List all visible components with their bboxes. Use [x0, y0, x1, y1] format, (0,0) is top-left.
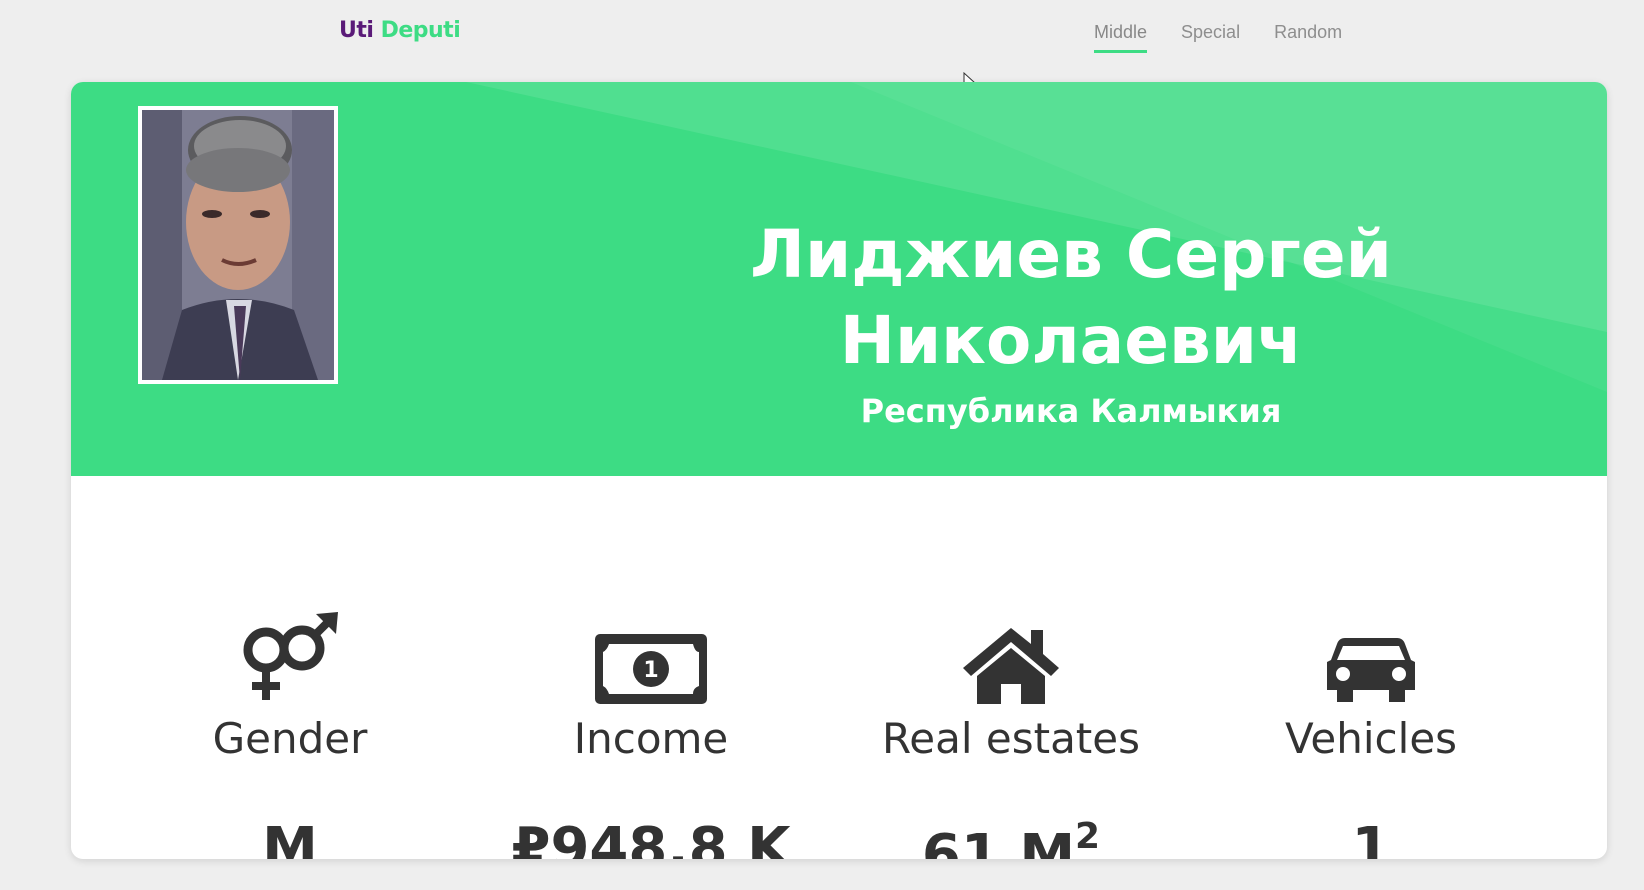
brand-logo-part2: Deputi: [373, 18, 461, 43]
stat-vehicles-value: 1: [1351, 816, 1391, 859]
profile-header: Лиджиев Сергей Николаевич Республика Кал…: [71, 82, 1607, 476]
stats-row: Gender M 1 Income ₽948.8 K Real estates …: [71, 476, 1607, 859]
stat-income-label: Income: [573, 714, 729, 763]
stat-gender-value: M: [262, 816, 318, 859]
gender-icon: [110, 612, 470, 704]
nav-item-random[interactable]: Random: [1274, 22, 1342, 53]
stat-real-estates-value: 61 M2: [831, 816, 1191, 859]
stat-real-estates-number: 61 M: [921, 823, 1076, 859]
car-icon: [1191, 612, 1551, 704]
stat-real-estates-label: Real estates: [881, 714, 1140, 763]
deputy-photo: [142, 110, 334, 380]
deputy-photo-frame: [138, 106, 338, 384]
brand-logo[interactable]: Uti Deputi: [339, 18, 461, 43]
brand-logo-part1: Uti: [339, 18, 374, 43]
svg-text:1: 1: [643, 658, 658, 683]
deputy-card: Лиджиев Сергей Николаевич Республика Кал…: [71, 82, 1607, 859]
stat-gender-label: Gender: [212, 714, 368, 763]
top-navbar: Uti Deputi Middle Special Random: [0, 0, 1644, 80]
nav-item-special[interactable]: Special: [1181, 22, 1240, 53]
deputy-region: Республика Калмыкия: [860, 392, 1282, 430]
stat-vehicles-label: Vehicles: [1284, 714, 1458, 763]
money-bill-icon: 1: [471, 612, 831, 704]
stat-income-value: ₽948.8 K: [511, 816, 791, 859]
deputy-name: Лиджиев Сергей Николаевич: [750, 216, 1392, 379]
nav-item-middle[interactable]: Middle: [1094, 22, 1148, 53]
stat-real-estates-unit-superscript: 2: [1075, 816, 1101, 857]
home-icon: [831, 612, 1191, 704]
main-nav: Middle Special Random: [1094, 22, 1342, 53]
